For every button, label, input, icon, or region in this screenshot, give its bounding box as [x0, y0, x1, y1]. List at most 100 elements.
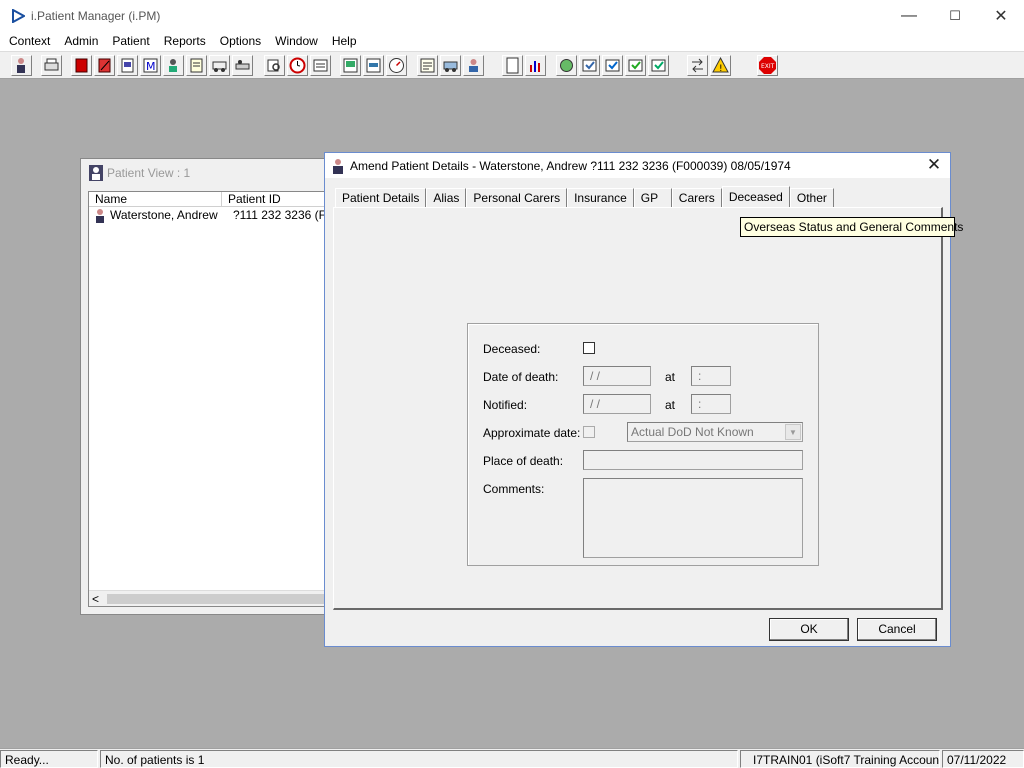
globe-icon [560, 59, 573, 72]
menu-window[interactable]: Window [268, 31, 325, 51]
vehicle-button[interactable] [440, 55, 461, 76]
tab-other[interactable]: Other [789, 188, 834, 208]
notified-time-field[interactable]: : [691, 394, 731, 414]
date-of-death-field[interactable]: / / [583, 366, 651, 386]
forms-icon [366, 58, 381, 73]
book-button[interactable] [71, 55, 92, 76]
notified-date-field[interactable]: / / [583, 394, 651, 414]
search-record-button[interactable] [264, 55, 285, 76]
status-user: I7TRAIN01 (iSoft7 Training Account) [740, 750, 940, 768]
app-logo-icon [12, 8, 25, 23]
person-icon [169, 59, 177, 72]
edit-record-icon [98, 58, 111, 73]
transfer-button[interactable] [625, 55, 646, 76]
transfer-icon [628, 59, 643, 72]
tab-gp[interactable]: GP [633, 188, 672, 208]
edit-record-button[interactable] [94, 55, 115, 76]
chevron-down-icon[interactable]: ▼ [785, 424, 801, 440]
toolbar: M ! EXIT [0, 51, 1024, 79]
notes-icon [190, 58, 203, 73]
menu-context[interactable]: Context [2, 31, 57, 51]
scroll-left-icon[interactable]: < [92, 591, 99, 607]
globe-button[interactable] [556, 55, 577, 76]
status-ready: Ready... [0, 750, 98, 768]
notified-label: Notified: [483, 398, 528, 412]
transport-button[interactable] [209, 55, 230, 76]
forms-button[interactable] [363, 55, 384, 76]
gauge-button[interactable] [386, 55, 407, 76]
app-titlebar: i.Patient Manager (i.PM) — ☐ ✕ [0, 0, 1024, 31]
clock-icon [289, 57, 306, 74]
column-patient-id[interactable]: Patient ID [222, 192, 332, 206]
letters-button[interactable] [417, 55, 438, 76]
cancel-button[interactable]: Cancel [857, 618, 937, 641]
tab-insurance[interactable]: Insurance [567, 188, 634, 208]
staff-button[interactable] [463, 55, 484, 76]
dialog-titlebar[interactable]: Amend Patient Details - Waterstone, Andr… [325, 153, 950, 178]
print-button[interactable] [41, 55, 62, 76]
approximate-date-selected: Actual DoD Not Known [631, 425, 754, 439]
menu-bar: Context Admin Patient Reports Options Wi… [0, 31, 1024, 51]
confirm-button[interactable] [648, 55, 669, 76]
book-icon [75, 58, 88, 73]
bar-chart-icon [530, 61, 540, 72]
swap-button[interactable] [687, 55, 708, 76]
app-title: i.Patient Manager (i.PM) [31, 8, 161, 23]
chart-button[interactable] [525, 55, 546, 76]
menu-reports[interactable]: Reports [157, 31, 213, 51]
referral-button[interactable] [579, 55, 600, 76]
comments-textarea[interactable] [583, 478, 803, 558]
patient-view-title: Patient View : 1 [107, 166, 191, 180]
ward-icon [235, 60, 250, 70]
dialog-close-button[interactable]: ✕ [924, 155, 944, 175]
letter-icon [420, 58, 435, 73]
deceased-checkbox[interactable] [583, 342, 595, 354]
gallery-button[interactable] [340, 55, 361, 76]
menu-admin[interactable]: Admin [57, 31, 105, 51]
approximate-date-select[interactable]: Actual DoD Not Known ▼ [627, 422, 803, 442]
row-name: Waterstone, Andrew [110, 208, 218, 222]
person-button[interactable] [163, 55, 184, 76]
place-of-death-field[interactable] [583, 450, 803, 470]
tab-carers[interactable]: Carers [671, 188, 722, 208]
minimize-button[interactable]: — [886, 0, 932, 31]
page-icon [506, 57, 519, 74]
menu-options[interactable]: Options [213, 31, 268, 51]
list-button[interactable] [310, 55, 331, 76]
clock-button[interactable] [287, 55, 308, 76]
tab-personal-carers[interactable]: Personal Carers [466, 188, 568, 208]
approve-button[interactable] [602, 55, 623, 76]
status-patient-count: No. of patients is 1 [100, 750, 738, 768]
document-button[interactable] [117, 55, 138, 76]
check-icon [605, 59, 620, 72]
svg-text:EXIT: EXIT [761, 63, 775, 70]
warning-button[interactable]: ! [710, 55, 731, 76]
page-button[interactable] [502, 55, 523, 76]
notes-button[interactable] [186, 55, 207, 76]
ward-button[interactable] [232, 55, 253, 76]
time-of-death-field[interactable]: : [691, 366, 731, 386]
warning-icon: ! [712, 56, 729, 74]
tab-patient-details[interactable]: Patient Details [335, 188, 427, 208]
search-icon [267, 59, 280, 72]
menu-patient[interactable]: Patient [105, 31, 156, 51]
maximize-button[interactable]: ☐ [932, 0, 978, 31]
tab-deceased[interactable]: Deceased [721, 186, 790, 208]
ok-button[interactable]: OK [769, 618, 849, 641]
column-name[interactable]: Name [89, 192, 222, 206]
exit-button[interactable]: EXIT [757, 55, 778, 76]
m-button[interactable]: M [140, 55, 161, 76]
printer-icon [44, 58, 59, 71]
menu-help[interactable]: Help [325, 31, 364, 51]
date-of-death-at-label: at [665, 370, 676, 384]
tab-alias[interactable]: Alias [426, 188, 467, 208]
patient-search-button[interactable] [11, 55, 32, 76]
status-bar: Ready... No. of patients is 1 I7TRAIN01 … [0, 748, 1024, 768]
svg-text:!: ! [719, 64, 723, 74]
vehicle-icon [443, 61, 458, 72]
deceased-tab-panel: Deceased: Date of death: / / at : Notifi… [333, 207, 943, 610]
deceased-groupbox: Deceased: Date of death: / / at : Notifi… [467, 323, 819, 566]
close-window-button[interactable]: ✕ [978, 0, 1024, 31]
approximate-date-checkbox[interactable] [583, 426, 595, 438]
notified-at-label: at [665, 398, 676, 412]
